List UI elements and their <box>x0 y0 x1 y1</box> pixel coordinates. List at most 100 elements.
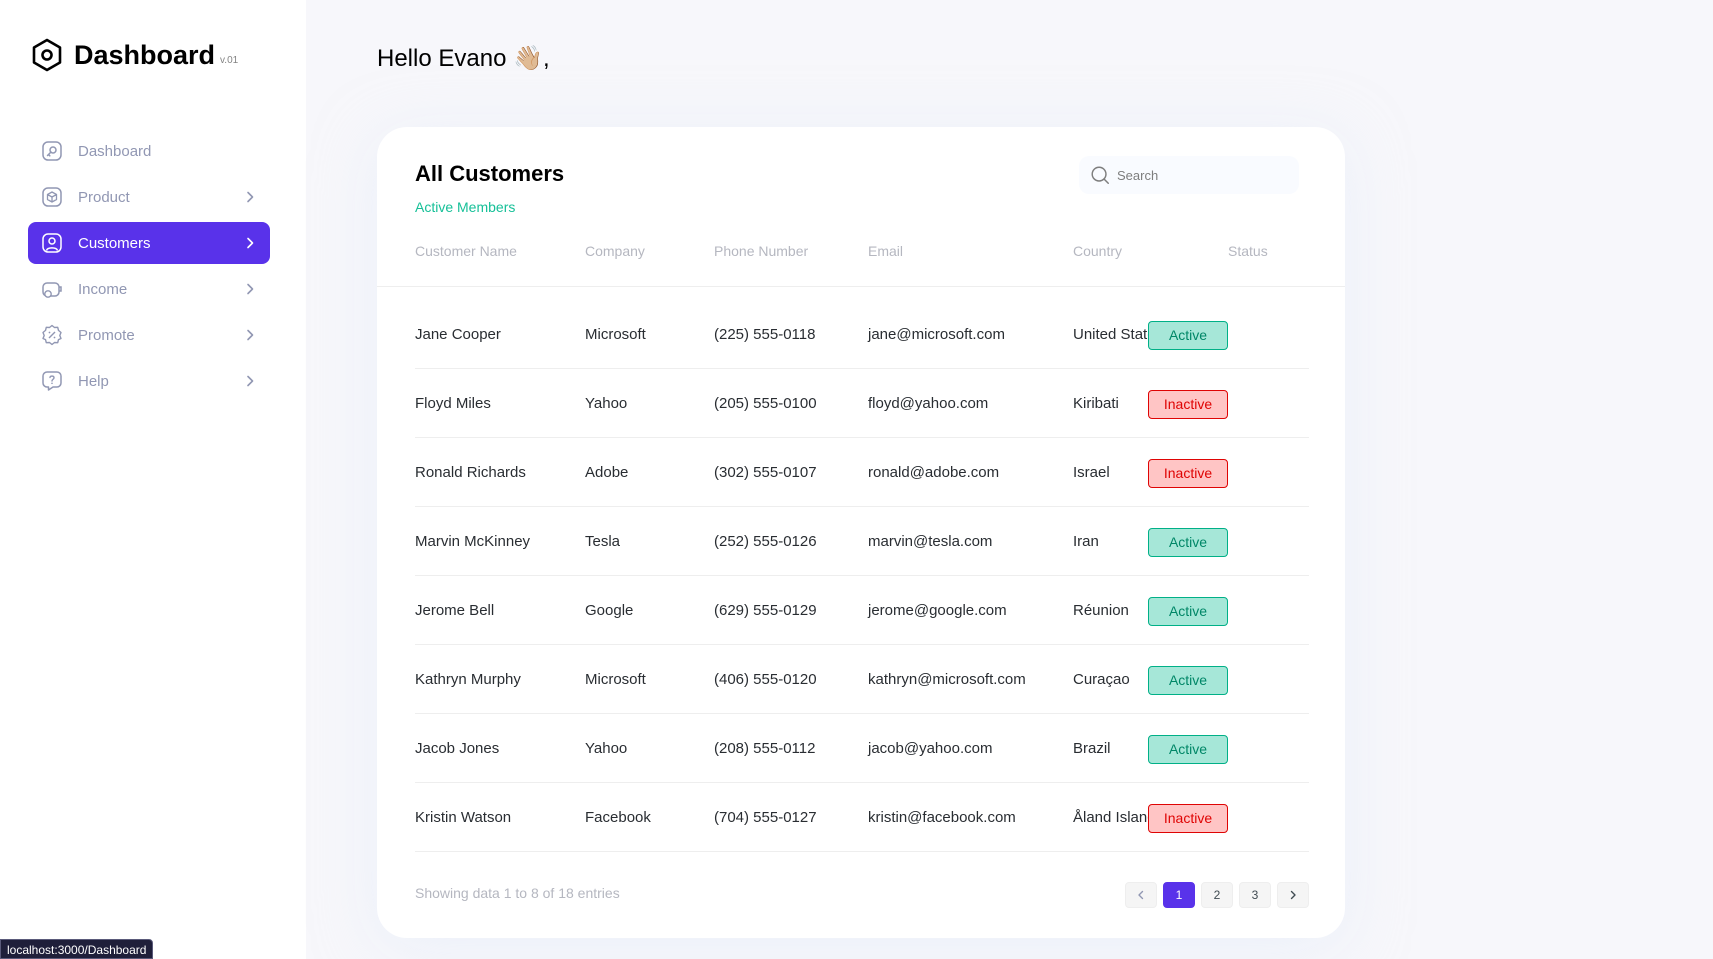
column-header-country[interactable]: Country <box>1073 239 1122 263</box>
customers-card: All Customers Active Members Customer Na… <box>377 127 1345 938</box>
table-row[interactable]: Jane Cooper Microsoft (225) 555-0118 jane@m… <box>415 300 1309 369</box>
customer-name-cell: Jerome Bell <box>415 602 495 619</box>
sidebar-item-label: Help <box>78 372 109 390</box>
customer-name-cell: Marvin McKinney <box>415 533 531 550</box>
status-bar-url: localhost:3000/Dashboard <box>0 939 154 959</box>
country-cell: Israel <box>1073 464 1110 481</box>
company-cell: Google <box>585 602 634 619</box>
card-title: All Customers <box>415 161 565 186</box>
company-cell: Yahoo <box>585 740 628 757</box>
sidebar-item-label: Product <box>78 188 130 206</box>
country-cell: Kiribati <box>1073 395 1119 412</box>
status-badge: Active <box>1148 597 1228 626</box>
customer-name-cell: Jacob Jones <box>415 740 500 757</box>
email-cell: ronald@adobe.com <box>868 464 1000 481</box>
hexagon-logo-icon <box>32 38 62 72</box>
pagination: 123 <box>1119 882 1309 908</box>
table-header: Customer Name Company Phone Number Email… <box>377 239 1345 287</box>
chevron-right-icon <box>1290 890 1296 900</box>
sidebar-item-promote[interactable]: Promote <box>28 314 270 356</box>
sidebar-item-income[interactable]: Income <box>28 268 270 310</box>
company-cell: Adobe <box>585 464 629 481</box>
country-cell: Curaçao <box>1073 671 1130 688</box>
pagination-prev-button[interactable] <box>1125 882 1157 908</box>
brand-title: Dashboard <box>74 40 216 70</box>
phone-cell: (205) 555-0100 <box>714 395 817 412</box>
sidebar: Dashboard v.01 Dashboard Product Customers… <box>0 0 306 959</box>
phone-cell: (406) 555-0120 <box>714 671 817 688</box>
brand[interactable]: Dashboard v.01 <box>30 38 238 72</box>
table-row[interactable]: Jerome Bell Google (629) 555-0129 jerome@go… <box>415 576 1309 645</box>
email-cell: kathryn@microsoft.com <box>868 671 1026 688</box>
table-row[interactable]: Kathryn Murphy Microsoft (406) 555-0120 kat… <box>415 645 1309 714</box>
column-header-phone[interactable]: Phone Number <box>714 239 808 263</box>
email-cell: jacob@yahoo.com <box>868 740 993 757</box>
3d-cube-icon <box>42 187 62 207</box>
phone-cell: (225) 555-0118 <box>714 326 816 343</box>
sidebar-item-dashboard[interactable]: Dashboard <box>28 130 270 172</box>
country-cell: Iran <box>1073 533 1099 550</box>
sidebar-nav: Dashboard Product Customers Income Promote He… <box>28 130 270 406</box>
sidebar-item-customers[interactable]: Customers <box>28 222 270 264</box>
status-badge: Inactive <box>1148 459 1228 488</box>
table-row[interactable]: Ronald Richards Adobe (302) 555-0107 ronald… <box>415 438 1309 507</box>
status-badge: Active <box>1148 528 1228 557</box>
status-badge: Active <box>1148 666 1228 695</box>
pagination-summary: Showing data 1 to 8 of 18 entries <box>415 885 620 901</box>
email-cell: jerome@google.com <box>868 602 1007 619</box>
sidebar-item-label: Dashboard <box>78 142 152 160</box>
pagination-page-3[interactable]: 3 <box>1239 882 1271 908</box>
chevron-right-icon <box>247 283 254 295</box>
phone-cell: (629) 555-0129 <box>714 602 817 619</box>
email-cell: marvin@tesla.com <box>868 533 993 550</box>
customer-name-cell: Kathryn Murphy <box>415 671 521 688</box>
search-box[interactable] <box>1079 156 1299 194</box>
company-cell: Facebook <box>585 809 651 826</box>
status-badge: Inactive <box>1148 804 1228 833</box>
sidebar-item-product[interactable]: Product <box>28 176 270 218</box>
status-badge: Active <box>1148 321 1228 350</box>
phone-cell: (302) 555-0107 <box>714 464 817 481</box>
customer-name-cell: Kristin Watson <box>415 809 512 826</box>
phone-cell: (208) 555-0112 <box>714 740 816 757</box>
wallet-money-icon <box>42 282 62 298</box>
column-header-company[interactable]: Company <box>585 239 645 263</box>
company-cell: Yahoo <box>585 395 628 412</box>
user-square-icon <box>42 233 62 253</box>
status-badge: Inactive <box>1148 390 1228 419</box>
message-question-icon <box>42 371 62 391</box>
email-cell: jane@microsoft.com <box>868 326 1005 343</box>
chevron-left-icon <box>1138 890 1144 900</box>
column-header-status[interactable]: Status <box>1228 239 1268 263</box>
pagination-page-2[interactable]: 2 <box>1201 882 1233 908</box>
country-cell: Brazil <box>1073 740 1111 757</box>
company-cell: Microsoft <box>585 671 646 688</box>
chevron-right-icon <box>247 191 254 203</box>
sidebar-item-label: Promote <box>78 326 135 344</box>
greeting: Hello Evano 👋🏼, <box>377 45 550 72</box>
customer-name-cell: Jane Cooper <box>415 326 501 343</box>
email-cell: floyd@yahoo.com <box>868 395 989 412</box>
country-cell: Réunion <box>1073 602 1129 619</box>
chevron-right-icon <box>247 237 254 249</box>
customer-name-cell: Ronald Richards <box>415 464 526 481</box>
search-input[interactable] <box>1117 167 1277 183</box>
search-icon <box>1091 166 1109 184</box>
phone-cell: (704) 555-0127 <box>714 809 817 826</box>
table-row[interactable]: Floyd Miles Yahoo (205) 555-0100 floyd@yaho… <box>415 369 1309 438</box>
key-square-icon <box>42 141 62 161</box>
sidebar-item-help[interactable]: Help <box>28 360 270 402</box>
table-row[interactable]: Kristin Watson Facebook (704) 555-0127 kris… <box>415 783 1309 852</box>
customer-name-cell: Floyd Miles <box>415 395 491 412</box>
chevron-right-icon <box>247 375 254 387</box>
pagination-next-button[interactable] <box>1277 882 1309 908</box>
chevron-right-icon <box>247 329 254 341</box>
table-row[interactable]: Marvin McKinney Tesla (252) 555-0126 marvin… <box>415 507 1309 576</box>
column-header-customer-name[interactable]: Customer Name <box>415 239 517 263</box>
email-cell: kristin@facebook.com <box>868 809 1016 826</box>
sidebar-item-label: Customers <box>78 234 151 252</box>
pagination-page-1[interactable]: 1 <box>1163 882 1195 908</box>
column-header-email[interactable]: Email <box>868 239 903 263</box>
card-subtitle[interactable]: Active Members <box>415 199 515 215</box>
table-row[interactable]: Jacob Jones Yahoo (208) 555-0112 jacob@yaho… <box>415 714 1309 783</box>
